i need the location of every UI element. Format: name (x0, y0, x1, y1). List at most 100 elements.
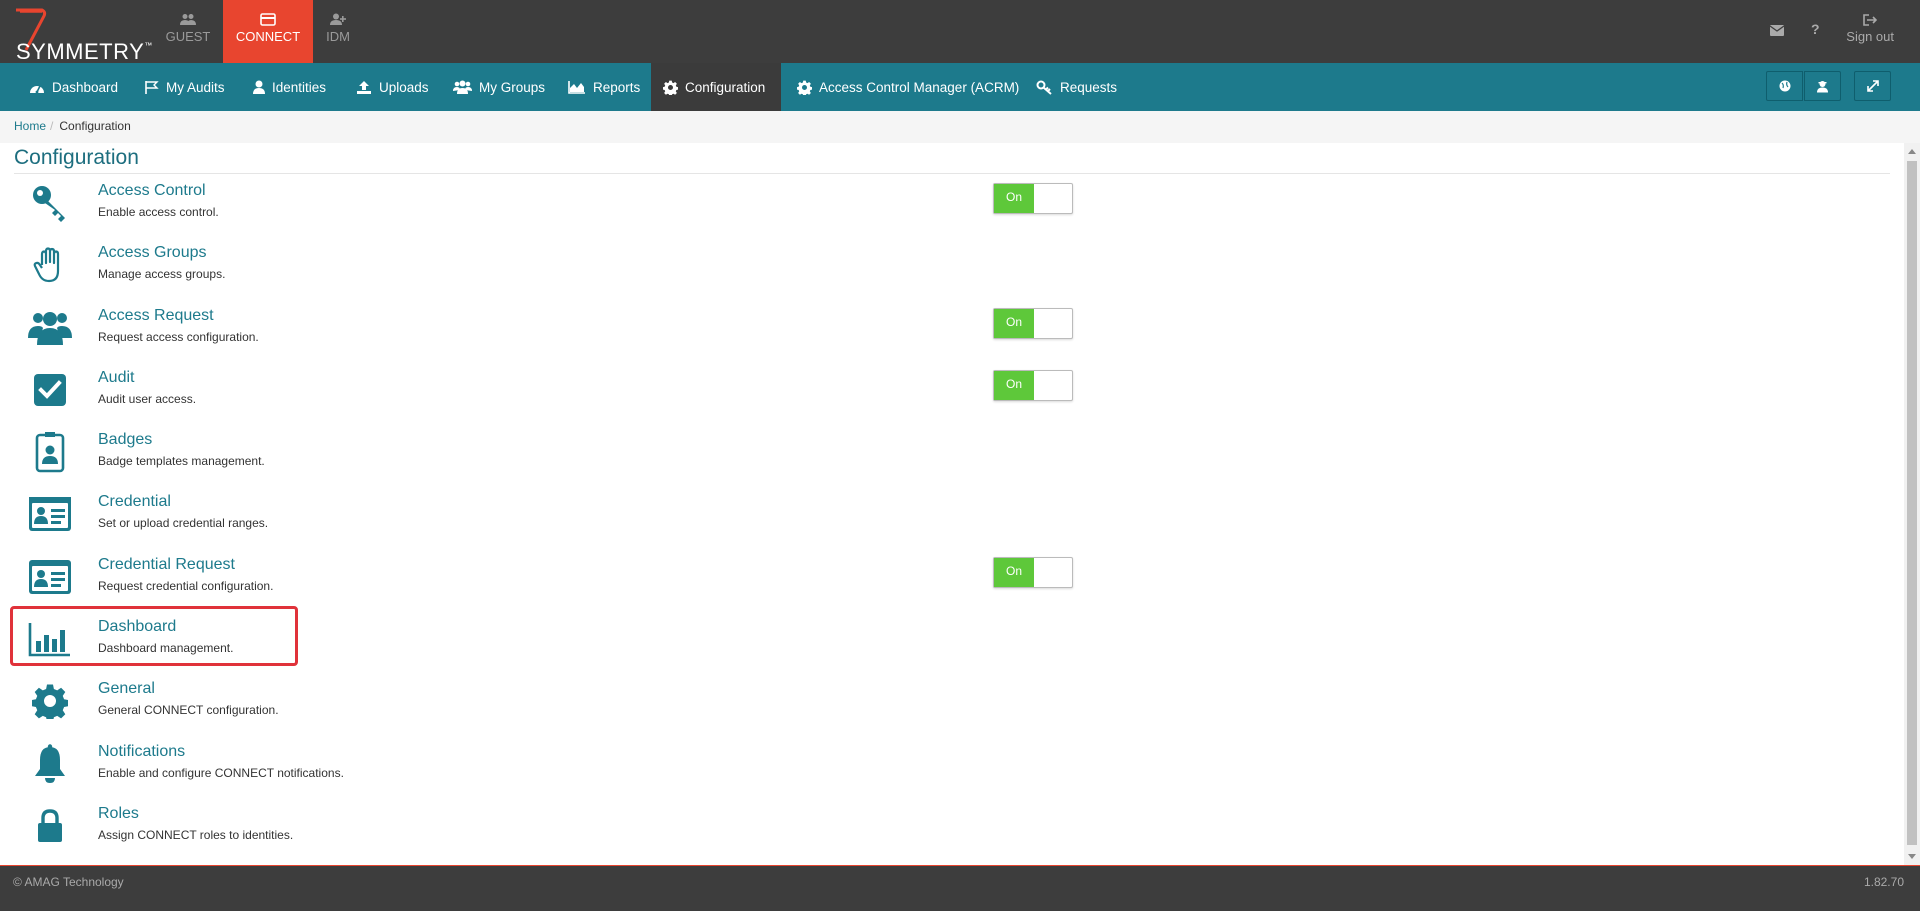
envelope-icon[interactable] (1770, 25, 1784, 36)
nav-reports[interactable]: Reports (556, 63, 652, 111)
app-idm[interactable]: IDM (293, 0, 383, 63)
help-icon[interactable]: ? (1811, 21, 1820, 37)
breadcrumb-home[interactable]: Home (14, 119, 46, 133)
scroll-down-arrow[interactable] (1908, 854, 1916, 859)
keys-icon (1036, 80, 1052, 95)
config-item-description: Request credential configuration. (98, 579, 274, 593)
flag-icon (145, 80, 159, 94)
user-icon (253, 80, 265, 94)
nav-configuration-label: Configuration (685, 79, 766, 95)
config-item-title[interactable]: Access Control (98, 182, 206, 200)
upload-icon (357, 80, 371, 94)
nav-my-audits[interactable]: My Audits (132, 63, 237, 111)
gear-icon (797, 80, 812, 95)
config-item-title[interactable]: Credential Request (98, 556, 235, 574)
fullscreen-button[interactable] (1854, 71, 1891, 101)
idm-icon (330, 13, 346, 25)
vertical-scrollbar[interactable] (1904, 143, 1920, 865)
config-item-description: Enable access control. (98, 205, 219, 219)
config-item-title[interactable]: Roles (98, 805, 139, 823)
bell-icon (28, 742, 72, 786)
dashboard-icon (30, 85, 44, 93)
scroll-thumb[interactable] (1907, 161, 1917, 845)
config-item-roles: Roles Assign CONNECT roles to identities… (14, 799, 1074, 857)
config-item-description: Audit user access. (98, 392, 197, 406)
app-guest-label: GUEST (165, 29, 211, 44)
user-lock-button[interactable] (1804, 71, 1841, 101)
app-guest[interactable]: GUEST (143, 0, 233, 63)
config-item-description: Request access configuration. (98, 330, 259, 344)
area-chart-icon (568, 81, 585, 94)
config-item-access-groups: Access Groups Manage access groups. (14, 238, 1074, 296)
nav-dashboard-label: Dashboard (52, 79, 119, 95)
config-item-title[interactable]: Access Groups (98, 244, 206, 262)
app-idm-label: IDM (326, 29, 350, 44)
user-secret-icon (1817, 80, 1828, 92)
bar-chart-icon (28, 617, 72, 661)
checkbox-icon (28, 368, 72, 412)
expand-icon (1866, 80, 1879, 92)
sign-out-icon (1863, 14, 1878, 26)
breadcrumb-separator: / (50, 119, 54, 133)
top-bar: SYMMETRY™ GUEST CONNECT IDM ? Sign out (0, 0, 1920, 64)
symmetry-logo[interactable]: SYMMETRY™ (6, 6, 152, 64)
guest-icon (180, 14, 196, 25)
nav-configuration[interactable]: Configuration (651, 63, 781, 111)
config-item-title[interactable]: Access Request (98, 307, 214, 325)
nav-requests[interactable]: Requests (1024, 63, 1129, 111)
config-item-notifications: Notifications Enable and configure CONNE… (14, 737, 1074, 795)
nav-requests-label: Requests (1060, 79, 1118, 95)
version: 1.82.70 (1863, 875, 1904, 889)
toggle-on-label: On (994, 371, 1034, 400)
access-request-toggle[interactable]: On (993, 308, 1073, 339)
config-item-description: Enable and configure CONNECT notificatio… (98, 766, 344, 780)
connect-icon (260, 13, 276, 26)
config-item-title[interactable]: Credential (98, 493, 171, 511)
gear-icon (28, 679, 72, 723)
nav-acrm-label: Access Control Manager (ACRM) (819, 79, 1020, 95)
config-item-title[interactable]: General (98, 680, 155, 698)
hand-icon (28, 243, 72, 287)
nav-identities[interactable]: Identities (241, 63, 338, 111)
config-item-description: General CONNECT configuration. (98, 703, 279, 717)
audit-toggle[interactable]: On (993, 370, 1073, 401)
id-card-icon (28, 555, 72, 599)
config-item-description: Badge templates management. (98, 454, 265, 468)
globe-button[interactable] (1766, 71, 1803, 101)
config-item-general: General General CONNECT configuration. (14, 674, 1074, 732)
config-item-title[interactable]: Dashboard (98, 618, 176, 636)
config-item-credential-request: Credential Request Request credential co… (14, 550, 1074, 608)
nav-acrm[interactable]: Access Control Manager (ACRM) (785, 63, 1031, 111)
id-card-icon (28, 492, 72, 536)
config-item-title[interactable]: Audit (98, 369, 134, 387)
nav-my-groups-label: My Groups (479, 79, 546, 95)
config-item-title[interactable]: Notifications (98, 743, 185, 761)
breadcrumb: Home / Configuration (0, 111, 1920, 143)
nav-my-audits-label: My Audits (166, 79, 225, 95)
users-icon (28, 306, 72, 350)
config-item-badges: Badges Badge templates management. (14, 425, 1074, 483)
group-icon (453, 80, 472, 94)
sign-out-label: Sign out (1846, 29, 1894, 44)
toggle-on-label: On (994, 184, 1034, 213)
footer: © AMAG Technology 1.82.70 (0, 865, 1920, 911)
sign-out-button[interactable]: Sign out (1846, 14, 1894, 44)
config-item-description: Set or upload credential ranges. (98, 516, 269, 530)
toggle-on-label: On (994, 309, 1034, 338)
title-divider (14, 173, 1890, 174)
main-nav: Dashboard My Audits Identities Uploads M… (0, 63, 1920, 111)
nav-identities-label: Identities (272, 79, 327, 95)
nav-my-groups[interactable]: My Groups (441, 63, 557, 111)
gear-icon (663, 80, 678, 95)
key-icon (28, 181, 72, 225)
nav-dashboard[interactable]: Dashboard (17, 63, 130, 111)
nav-uploads[interactable]: Uploads (344, 63, 441, 111)
config-item-access-control: Access Control Enable access control. On (14, 176, 1074, 234)
credential-request-toggle[interactable]: On (993, 557, 1073, 588)
config-item-dashboard: Dashboard Dashboard management. (14, 612, 1074, 670)
config-item-title[interactable]: Badges (98, 431, 152, 449)
access-control-toggle[interactable]: On (993, 183, 1073, 214)
scroll-up-arrow[interactable] (1908, 149, 1916, 154)
page-title: Configuration (14, 146, 139, 169)
copyright: © AMAG Technology (13, 875, 124, 889)
